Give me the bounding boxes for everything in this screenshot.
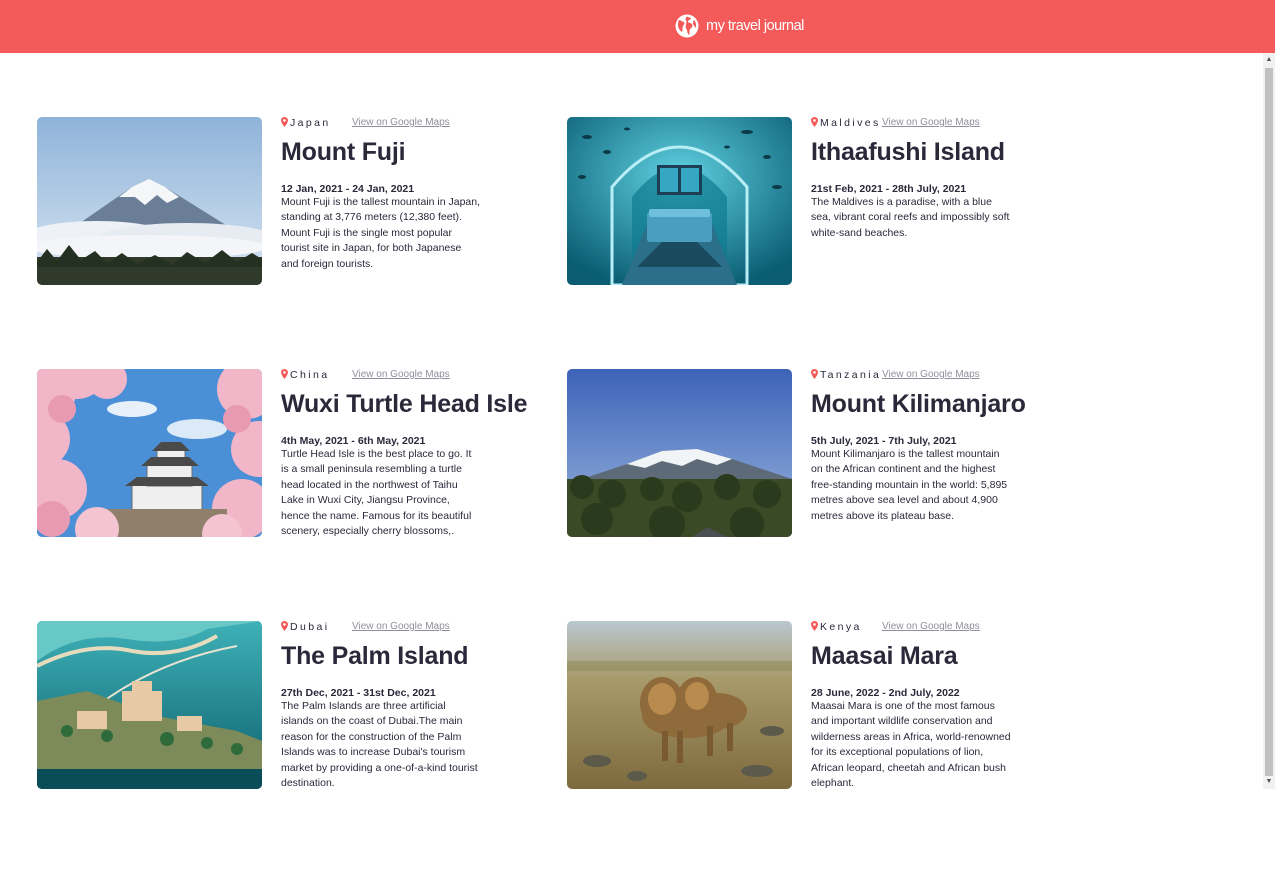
entry-info: China View on Google Maps Wuxi Turtle He… <box>281 369 571 537</box>
google-maps-link[interactable]: View on Google Maps <box>882 369 980 381</box>
palm-island-aerial-photo <box>37 621 262 789</box>
app-header: my travel journal <box>0 0 1275 53</box>
place-description: Turtle Head Isle is the best place to go… <box>281 448 472 538</box>
location-pin-icon <box>811 621 818 631</box>
place-title: Wuxi Turtle Head Isle <box>281 390 528 418</box>
lions-photo <box>567 621 792 789</box>
country-label: Maldives <box>820 117 881 129</box>
vertical-scrollbar[interactable]: ▲ ▼ <box>1263 53 1275 789</box>
google-maps-link[interactable]: View on Google Maps <box>352 621 450 633</box>
location-pin-icon <box>811 369 818 379</box>
country-label: Dubai <box>290 621 330 633</box>
country-label: Japan <box>290 117 331 129</box>
place-title: Mount Fuji <box>281 138 406 166</box>
journal-entry: Dubai View on Google Maps The Palm Islan… <box>37 621 557 789</box>
globe-icon <box>675 14 699 38</box>
journal-entry: Tanzania View on Google Maps Mount Kilim… <box>567 369 1087 559</box>
journal-entry: Kenya View on Google Maps Maasai Mara 28… <box>567 621 1087 789</box>
place-title: Mount Kilimanjaro <box>811 390 1026 418</box>
journal-list[interactable]: Japan View on Google Maps Mount Fuji 12 … <box>0 53 1263 789</box>
journal-entry: China View on Google Maps Wuxi Turtle He… <box>37 369 557 559</box>
place-title: Maasai Mara <box>811 642 958 670</box>
location-row: Kenya View on Google Maps <box>811 621 1101 635</box>
location-row: Tanzania View on Google Maps <box>811 369 1101 383</box>
scroll-down-arrow-icon[interactable]: ▼ <box>1263 775 1275 789</box>
google-maps-link[interactable]: View on Google Maps <box>882 621 980 633</box>
place-description: Mount Kilimanjaro is the tallest mountai… <box>811 448 1008 522</box>
country-label: China <box>290 369 330 381</box>
location-pin-icon <box>811 117 818 127</box>
location-pin-icon <box>281 621 288 631</box>
scroll-up-arrow-icon[interactable]: ▲ <box>1263 53 1275 67</box>
brand-title: my travel journal <box>706 18 804 34</box>
location-row: Maldives View on Google Maps <box>811 117 1101 131</box>
country-label: Tanzania <box>820 369 882 381</box>
entry-info: Kenya View on Google Maps Maasai Mara 28… <box>811 621 1101 789</box>
place-description: The Maldives is a paradise, with a blue … <box>811 196 1010 239</box>
place-description: Mount Fuji is the tallest mountain in Ja… <box>281 196 481 270</box>
place-title: Ithaafushi Island <box>811 138 1005 166</box>
location-row: Japan View on Google Maps <box>281 117 571 131</box>
journal-entry: Maldives View on Google Maps Ithaafushi … <box>567 117 1087 307</box>
underwater-suite-photo <box>567 117 792 285</box>
location-row: China View on Google Maps <box>281 369 571 383</box>
location-pin-icon <box>281 369 288 379</box>
brand[interactable]: my travel journal <box>675 13 804 39</box>
country-label: Kenya <box>820 621 862 633</box>
cherry-blossom-castle-photo <box>37 369 262 537</box>
location-pin-icon <box>281 117 288 127</box>
scrollbar-thumb[interactable] <box>1265 68 1273 776</box>
entry-info: Japan View on Google Maps Mount Fuji 12 … <box>281 117 571 270</box>
location-row: Dubai View on Google Maps <box>281 621 571 635</box>
kilimanjaro-photo <box>567 369 792 537</box>
entry-info: Tanzania View on Google Maps Mount Kilim… <box>811 369 1101 522</box>
mount-fuji-photo <box>37 117 262 285</box>
place-description: Maasai Mara is one of the most famous an… <box>811 700 1011 789</box>
entry-info: Dubai View on Google Maps The Palm Islan… <box>281 621 571 789</box>
google-maps-link[interactable]: View on Google Maps <box>352 117 450 129</box>
place-title: The Palm Island <box>281 642 469 670</box>
google-maps-link[interactable]: View on Google Maps <box>352 369 450 381</box>
place-description: The Palm Islands are three artificial is… <box>281 700 478 789</box>
google-maps-link[interactable]: View on Google Maps <box>882 117 980 129</box>
journal-entry: Japan View on Google Maps Mount Fuji 12 … <box>37 117 557 307</box>
entry-info: Maldives View on Google Maps Ithaafushi … <box>811 117 1101 239</box>
